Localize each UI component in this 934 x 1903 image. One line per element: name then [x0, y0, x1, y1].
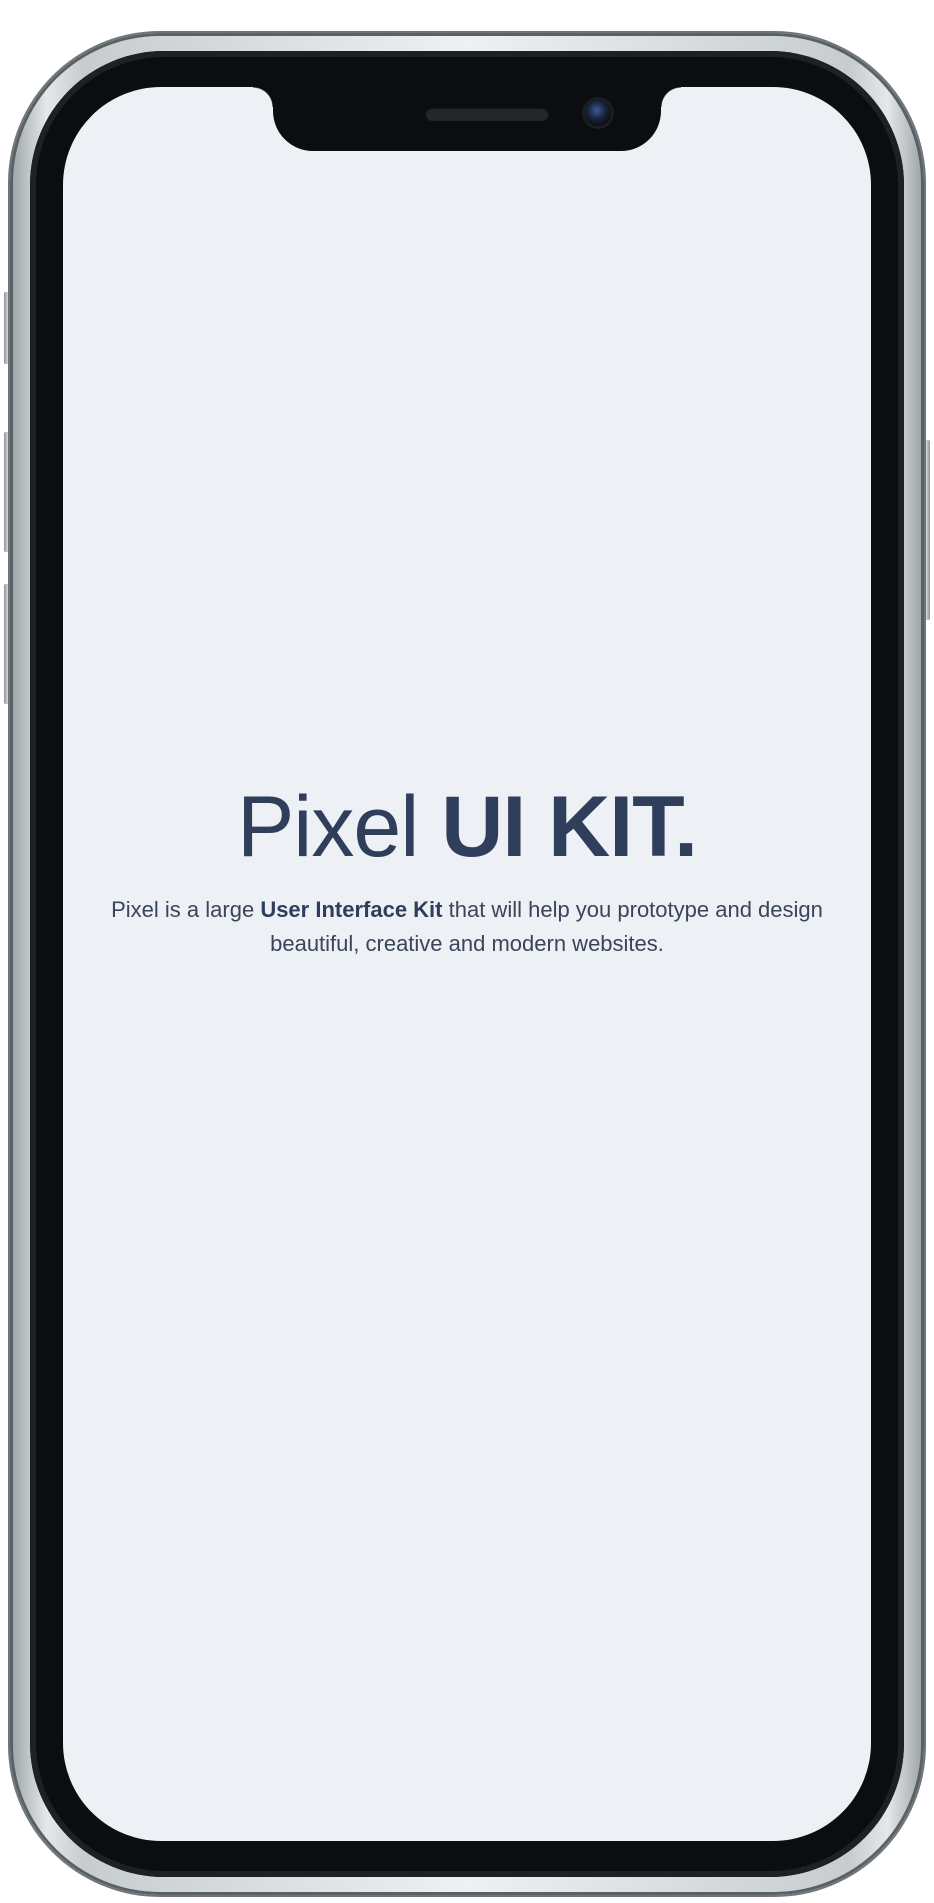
- hero-title: Pixel UI KIT.: [63, 777, 871, 877]
- hero-lead-text: Pixel is a large User Interface Kit that…: [103, 893, 831, 961]
- screen-content: Pixel UI KIT. Pixel is a large User Inte…: [63, 87, 871, 1841]
- hero-lead-prefix: Pixel is a large: [111, 897, 255, 922]
- phone-screen: Pixel UI KIT. Pixel is a large User Inte…: [63, 87, 871, 1841]
- hero-title-light: Pixel: [236, 779, 419, 875]
- page: Pixel UI KIT. Pixel is a large User Inte…: [0, 0, 934, 1903]
- phone-frame: Pixel UI KIT. Pixel is a large User Inte…: [10, 33, 924, 1895]
- hero-title-bold: UI KIT.: [441, 779, 698, 875]
- hero-lead-strong: User Interface Kit: [260, 897, 443, 922]
- phone-bezel: Pixel UI KIT. Pixel is a large User Inte…: [30, 51, 904, 1877]
